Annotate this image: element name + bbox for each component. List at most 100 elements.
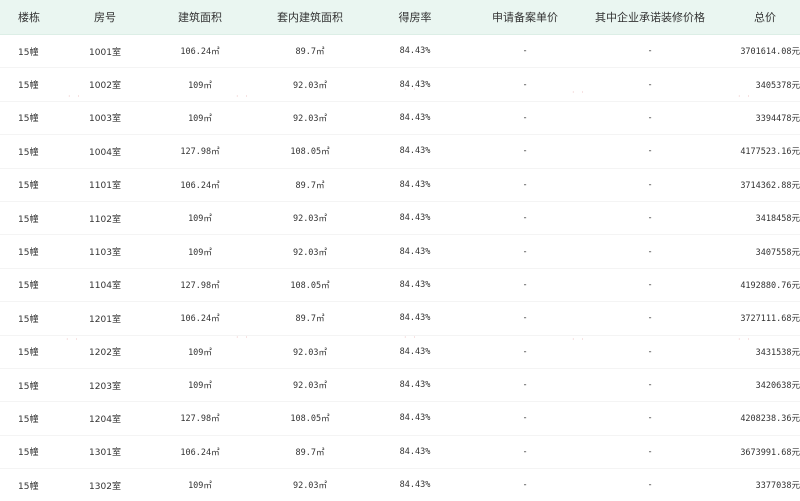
header-decoration-price: 其中企业承诺装修价格	[590, 0, 710, 35]
cell-room: 1302室	[60, 468, 150, 501]
cell-ratio: 84.43%	[370, 468, 460, 501]
cell-total: 3431538元	[710, 335, 800, 369]
table-row: 15幢1002室109㎡92.03㎡84.43%--3405378元不可售	[0, 67, 800, 102]
cell-decoration-price: -	[590, 101, 710, 136]
cell-unit-price: -	[460, 201, 590, 236]
cell-total: 4177523.16元	[710, 134, 800, 169]
header-building: 楼栋	[0, 0, 60, 35]
cell-building: 15幢	[0, 234, 60, 269]
price-table-container: 楼栋 房号 建筑面积 套内建筑面积 得房率 申请备案单价 其中企业承诺装修价格 …	[0, 0, 800, 501]
cell-building: 15幢	[0, 101, 60, 136]
cell-total: 3714362.88元	[710, 168, 800, 202]
header-area: 建筑面积	[150, 0, 250, 35]
cell-ratio: 84.43%	[370, 335, 460, 369]
cell-building: 15幢	[0, 301, 60, 336]
cell-unit-price: -	[460, 335, 590, 369]
cell-unit-price: -	[460, 268, 590, 303]
cell-unit-price: -	[460, 468, 590, 501]
cell-ratio: 84.43%	[370, 201, 460, 236]
cell-total: 3407558元	[710, 234, 800, 269]
cell-ratio: 84.43%	[370, 234, 460, 269]
cell-inner-area: 92.03㎡	[250, 234, 370, 269]
cell-room: 1301室	[60, 435, 150, 470]
cell-inner-area: 92.03㎡	[250, 468, 370, 501]
cell-decoration-price: -	[590, 435, 710, 470]
table-row: 15幢1203室109㎡92.03㎡84.43%--3420638元不可售	[0, 368, 800, 403]
cell-unit-price: -	[460, 301, 590, 336]
cell-area: 109㎡	[150, 335, 250, 369]
cell-building: 15幢	[0, 268, 60, 303]
cell-building: 15幢	[0, 435, 60, 470]
cell-unit-price: -	[460, 435, 590, 470]
cell-total: 3727111.68元	[710, 301, 800, 336]
cell-total: 3418458元	[710, 201, 800, 236]
table-row: 15幢1301室106.24㎡89.7㎡84.43%--3673991.68元不…	[0, 435, 800, 470]
cell-ratio: 84.43%	[370, 101, 460, 136]
table-row: 15幢1003室109㎡92.03㎡84.43%--3394478元不可售	[0, 101, 800, 136]
cell-ratio: 84.43%	[370, 34, 460, 69]
cell-decoration-price: -	[590, 201, 710, 236]
cell-building: 15幢	[0, 168, 60, 202]
cell-unit-price: -	[460, 401, 590, 436]
cell-unit-price: -	[460, 34, 590, 69]
cell-unit-price: -	[460, 168, 590, 202]
cell-unit-price: -	[460, 134, 590, 169]
cell-inner-area: 92.03㎡	[250, 201, 370, 236]
cell-room: 1101室	[60, 168, 150, 202]
cell-inner-area: 92.03㎡	[250, 335, 370, 369]
cell-room: 1102室	[60, 201, 150, 236]
cell-total: 4192880.76元	[710, 268, 800, 303]
cell-inner-area: 89.7㎡	[250, 168, 370, 202]
cell-inner-area: 89.7㎡	[250, 301, 370, 336]
cell-area: 109㎡	[150, 468, 250, 501]
table-row: 15幢1302室109㎡92.03㎡84.43%--3377038元不可售	[0, 468, 800, 501]
header-ratio: 得房率	[370, 0, 460, 35]
cell-decoration-price: -	[590, 234, 710, 269]
cell-inner-area: 92.03㎡	[250, 368, 370, 403]
cell-area: 127.98㎡	[150, 268, 250, 303]
table-row: 15幢1103室109㎡92.03㎡84.43%--3407558元不可售	[0, 234, 800, 269]
header-row: 楼栋 房号 建筑面积 套内建筑面积 得房率 申请备案单价 其中企业承诺装修价格 …	[0, 0, 800, 35]
cell-unit-price: -	[460, 67, 590, 102]
cell-unit-price: -	[460, 101, 590, 136]
cell-total: 4208238.36元	[710, 401, 800, 436]
cell-area: 109㎡	[150, 368, 250, 403]
cell-inner-area: 92.03㎡	[250, 67, 370, 102]
cell-ratio: 84.43%	[370, 67, 460, 102]
cell-ratio: 84.43%	[370, 435, 460, 470]
table-header: 楼栋 房号 建筑面积 套内建筑面积 得房率 申请备案单价 其中企业承诺装修价格 …	[0, 0, 800, 35]
cell-area: 106.24㎡	[150, 34, 250, 69]
table-row: 15幢 1204室 127.98㎡ 108.05㎡ 84.43% - -4208238.36…	[0, 401, 800, 436]
cell-decoration-price: -	[590, 301, 710, 336]
cell-ratio: 84.43%	[370, 368, 460, 403]
cell-decoration-price: -	[590, 134, 710, 169]
cell-area: 106.24㎡	[150, 168, 250, 202]
cell-room: 1201室	[60, 301, 150, 336]
cell-ratio: 84.43%	[370, 401, 460, 436]
cell-area: 127.98㎡	[150, 134, 250, 169]
cell-decoration-price: -	[590, 401, 710, 436]
cell-building: 15幢	[0, 67, 60, 102]
cell-decoration-price: -	[590, 468, 710, 501]
cell-total: 3394478元	[710, 101, 800, 136]
table-row: 15幢1001室106.24㎡89.7㎡84.43%--3701614.08元不…	[0, 34, 800, 69]
cell-room: 1004室	[60, 134, 150, 169]
table-row: 15幢1102室109㎡92.03㎡84.43%--3418458元不可售	[0, 201, 800, 236]
table-row: 15幢 1004室 127.98㎡ 108.05㎡ 84.43% - -4177523.16…	[0, 134, 800, 169]
cell-total: 3377038元	[710, 468, 800, 501]
cell-building: 15幢	[0, 401, 60, 436]
cell-inner-area: 92.03㎡	[250, 101, 370, 136]
cell-ratio: 84.43%	[370, 268, 460, 303]
cell-room: 1204室	[60, 401, 150, 436]
table-row: 15幢1202室109㎡92.03㎡84.43%--3431538元不可售	[0, 335, 800, 369]
cell-area: 109㎡	[150, 234, 250, 269]
cell-decoration-price: -	[590, 67, 710, 102]
cell-building: 15幢	[0, 468, 60, 501]
cell-room: 1104室	[60, 268, 150, 303]
header-inner-area: 套内建筑面积	[250, 0, 370, 35]
cell-unit-price: -	[460, 368, 590, 403]
cell-area: 127.98㎡	[150, 401, 250, 436]
cell-decoration-price: -	[590, 368, 710, 403]
header-total: 总价	[710, 0, 800, 35]
cell-total: 3405378元	[710, 67, 800, 102]
